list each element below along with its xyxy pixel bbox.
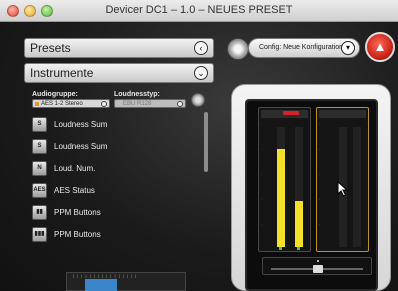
loudnesstyp-select[interactable]: EBU R128: [114, 99, 186, 108]
window-titlebar: Devicer DC1 – 1.0 – NEUES PRESET: [0, 0, 398, 22]
chevron-down-icon: ▾: [341, 41, 355, 55]
loudnesstyp-label: Loudnesstyp:: [114, 91, 160, 98]
meter-bar: [295, 127, 303, 247]
list-item-label: Loudness Sum: [54, 120, 108, 129]
device-preview-thumbnail: | | | | | | | | | | | | | | | |: [66, 272, 186, 291]
instrumente-label: Instrumente: [30, 66, 94, 80]
chevron-down-icon: ⌄: [194, 66, 208, 80]
list-item[interactable]: S Loudness Sum: [32, 116, 192, 136]
slider-thumb[interactable]: [313, 265, 323, 273]
meter-status-led: [279, 247, 282, 250]
loudness-meter-right[interactable]: · · · · ·: [316, 107, 369, 252]
config-label: Config: Neue Konfiguration: [259, 44, 344, 51]
loudness-sum-icon: S: [32, 139, 47, 154]
audiogruppe-value: AES 1-2 Stereo: [41, 101, 83, 107]
meter-fill: [295, 201, 303, 247]
list-scrollbar[interactable]: [204, 112, 208, 172]
list-item-label: PPM Buttons: [54, 208, 101, 217]
audiogruppe-label: Audiogruppe:: [32, 91, 78, 98]
audiogruppe-color-swatch: [35, 102, 39, 106]
list-item-label: AES Status: [54, 186, 95, 195]
loudness-meter-left[interactable]: · · · · ·: [258, 107, 311, 252]
instrumente-button[interactable]: Instrumente ⌄: [24, 63, 214, 83]
list-item-label: PPM Buttons: [54, 230, 101, 239]
chevron-left-icon: ‹: [194, 41, 208, 55]
list-item[interactable]: AES AES Status: [32, 182, 192, 202]
meter-fill: [277, 148, 285, 247]
aes-status-icon: AES: [32, 183, 47, 198]
preview-highlight: [85, 279, 117, 291]
list-item-label: Loud. Num.: [54, 164, 96, 173]
meter-bar: [353, 127, 361, 247]
meter-header: [319, 110, 366, 118]
list-item[interactable]: S Loudness Sum: [32, 138, 192, 158]
balance-slider[interactable]: [262, 257, 372, 275]
mouse-cursor-icon: [337, 181, 349, 197]
presets-button[interactable]: Presets ‹: [24, 38, 214, 58]
chevron-down-icon: [101, 101, 107, 107]
loudness-sum-icon: S: [32, 117, 47, 132]
meter-status-led: [297, 247, 300, 250]
ppm-buttons-icon: ▮▮: [32, 205, 47, 220]
slider-center-mark: [317, 260, 319, 262]
list-item-label: Loudness Sum: [54, 142, 108, 151]
list-item[interactable]: ▮▮▮ PPM Buttons: [32, 226, 192, 246]
audiogruppe-select[interactable]: AES 1-2 Stereo: [32, 99, 110, 108]
window-title: Devicer DC1 – 1.0 – NEUES PRESET: [105, 4, 293, 16]
list-item[interactable]: ▮▮ PPM Buttons: [32, 204, 192, 224]
ppm-buttons-icon: ▮▮▮: [32, 227, 47, 242]
chevron-down-icon: [177, 101, 183, 107]
meter-bar: [277, 127, 285, 247]
upload-button[interactable]: ▲: [365, 32, 395, 62]
group-settings-gear-icon[interactable]: [191, 93, 205, 107]
settings-gear-icon[interactable]: [227, 38, 249, 60]
presets-label: Presets: [30, 41, 71, 55]
loudnesstyp-value: EBU R128: [123, 101, 152, 107]
config-select[interactable]: Config: Neue Konfiguration ▾: [248, 38, 360, 58]
meter-scale: · · · · ·: [319, 122, 321, 227]
list-item[interactable]: N Loud. Num.: [32, 160, 192, 180]
meter-red-badge: [283, 111, 299, 115]
preview-scale-icon: | | | | | | | | | | | | | | | |: [73, 273, 138, 278]
loud-num-icon: N: [32, 161, 47, 176]
meter-scale: · · · · ·: [261, 122, 263, 227]
